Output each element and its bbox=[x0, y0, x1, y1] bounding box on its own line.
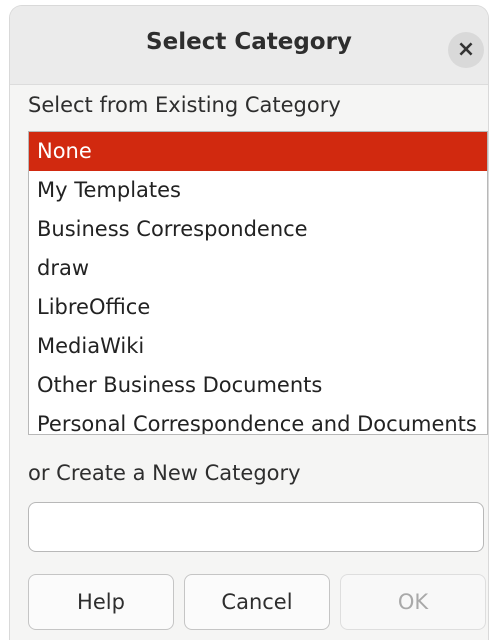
category-list-item[interactable]: None bbox=[29, 132, 487, 171]
existing-category-list[interactable]: None My Templates Business Correspondence d… bbox=[28, 131, 488, 435]
new-category-label: or Create a New Category bbox=[28, 461, 301, 485]
cancel-button[interactable]: Cancel bbox=[184, 574, 330, 630]
category-list-item[interactable]: Business Correspondence bbox=[29, 210, 487, 249]
help-button[interactable]: Help bbox=[28, 574, 174, 630]
category-list-item[interactable]: Other Business Documents bbox=[29, 366, 487, 405]
category-list-item[interactable]: MediaWiki bbox=[29, 327, 487, 366]
dialog-titlebar: Select Category × bbox=[10, 6, 488, 85]
close-icon[interactable]: × bbox=[448, 32, 484, 68]
new-category-input[interactable] bbox=[28, 502, 484, 552]
dialog-title: Select Category bbox=[146, 29, 352, 55]
category-list-item[interactable]: Personal Correspondence and Documents bbox=[29, 405, 487, 434]
category-list-item[interactable]: LibreOffice bbox=[29, 288, 487, 327]
ok-button[interactable]: OK bbox=[340, 574, 486, 630]
category-list-item[interactable]: My Templates bbox=[29, 171, 487, 210]
select-category-dialog: Select Category × Select from Existing C… bbox=[10, 6, 488, 640]
existing-category-label: Select from Existing Category bbox=[28, 93, 341, 117]
category-list-item[interactable]: draw bbox=[29, 249, 487, 288]
